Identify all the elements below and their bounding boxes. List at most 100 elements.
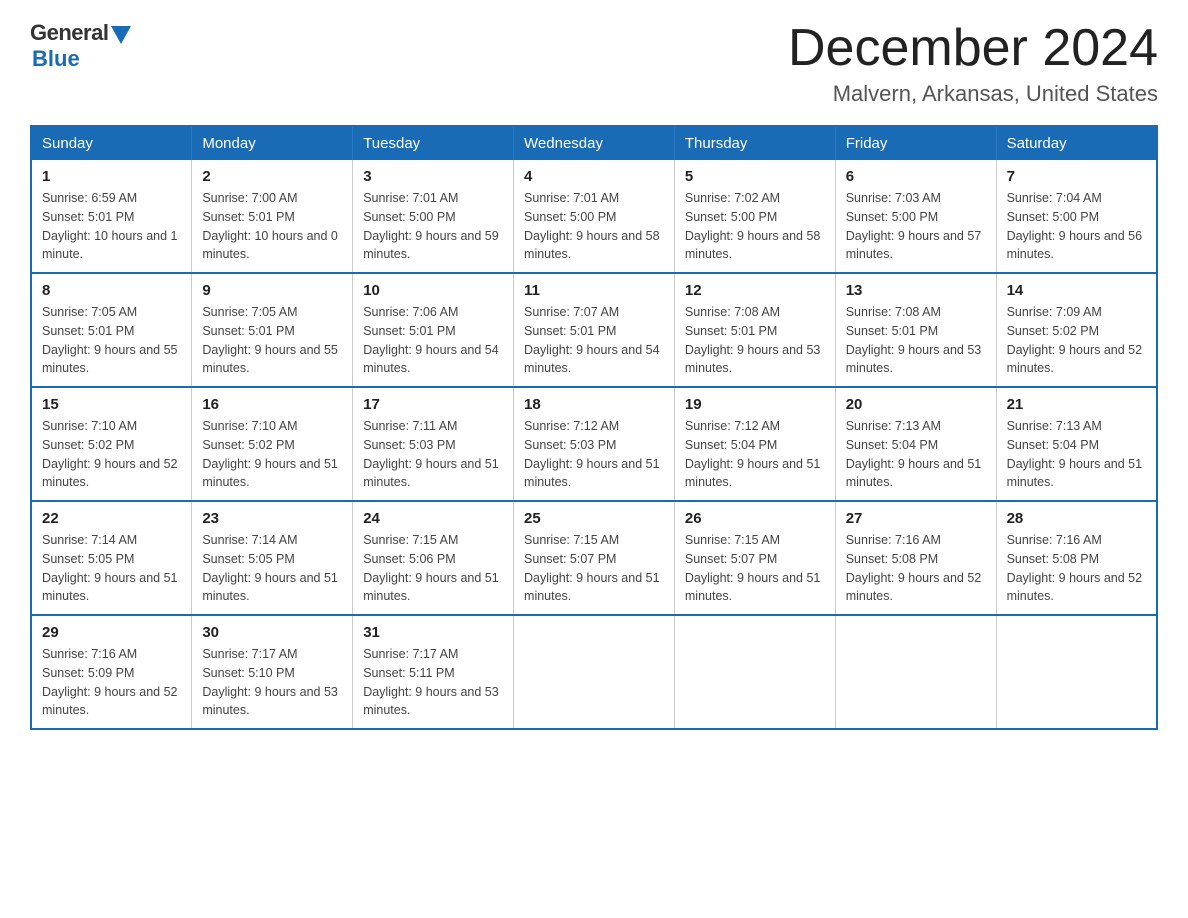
calendar-cell: 16 Sunrise: 7:10 AMSunset: 5:02 PMDaylig… [192,387,353,501]
day-info: Sunrise: 7:07 AMSunset: 5:01 PMDaylight:… [524,305,660,375]
day-header-monday: Monday [192,126,353,160]
calendar-cell: 2 Sunrise: 7:00 AMSunset: 5:01 PMDayligh… [192,160,353,273]
day-number: 15 [42,396,181,413]
day-number: 17 [363,396,503,413]
calendar-cell: 19 Sunrise: 7:12 AMSunset: 5:04 PMDaylig… [674,387,835,501]
calendar-cell: 8 Sunrise: 7:05 AMSunset: 5:01 PMDayligh… [31,273,192,387]
calendar-cell: 27 Sunrise: 7:16 AMSunset: 5:08 PMDaylig… [835,501,996,615]
day-number: 22 [42,510,181,527]
day-info: Sunrise: 7:14 AMSunset: 5:05 PMDaylight:… [202,533,338,603]
day-number: 14 [1007,282,1146,299]
day-number: 8 [42,282,181,299]
day-info: Sunrise: 7:08 AMSunset: 5:01 PMDaylight:… [685,305,821,375]
day-header-thursday: Thursday [674,126,835,160]
calendar-cell: 5 Sunrise: 7:02 AMSunset: 5:00 PMDayligh… [674,160,835,273]
day-number: 2 [202,168,342,185]
day-number: 19 [685,396,825,413]
day-info: Sunrise: 7:17 AMSunset: 5:11 PMDaylight:… [363,647,499,717]
calendar-header: SundayMondayTuesdayWednesdayThursdayFrid… [31,126,1157,160]
calendar-cell: 21 Sunrise: 7:13 AMSunset: 5:04 PMDaylig… [996,387,1157,501]
day-info: Sunrise: 7:16 AMSunset: 5:08 PMDaylight:… [846,533,982,603]
day-info: Sunrise: 7:04 AMSunset: 5:00 PMDaylight:… [1007,191,1143,261]
calendar-week-3: 15 Sunrise: 7:10 AMSunset: 5:02 PMDaylig… [31,387,1157,501]
calendar-cell: 30 Sunrise: 7:17 AMSunset: 5:10 PMDaylig… [192,615,353,729]
calendar-body: 1 Sunrise: 6:59 AMSunset: 5:01 PMDayligh… [31,160,1157,729]
calendar-cell [835,615,996,729]
day-info: Sunrise: 7:06 AMSunset: 5:01 PMDaylight:… [363,305,499,375]
calendar-cell: 18 Sunrise: 7:12 AMSunset: 5:03 PMDaylig… [514,387,675,501]
day-number: 31 [363,624,503,641]
calendar-cell: 25 Sunrise: 7:15 AMSunset: 5:07 PMDaylig… [514,501,675,615]
calendar-cell [996,615,1157,729]
logo-blue-text: Blue [32,46,80,72]
day-info: Sunrise: 7:00 AMSunset: 5:01 PMDaylight:… [202,191,338,261]
day-number: 25 [524,510,664,527]
calendar-cell: 10 Sunrise: 7:06 AMSunset: 5:01 PMDaylig… [353,273,514,387]
day-header-friday: Friday [835,126,996,160]
calendar-cell: 22 Sunrise: 7:14 AMSunset: 5:05 PMDaylig… [31,501,192,615]
calendar-cell: 13 Sunrise: 7:08 AMSunset: 5:01 PMDaylig… [835,273,996,387]
page-header: General Blue December 2024 Malvern, Arka… [30,20,1158,107]
calendar-week-5: 29 Sunrise: 7:16 AMSunset: 5:09 PMDaylig… [31,615,1157,729]
day-info: Sunrise: 6:59 AMSunset: 5:01 PMDaylight:… [42,191,178,261]
day-number: 24 [363,510,503,527]
calendar-cell: 31 Sunrise: 7:17 AMSunset: 5:11 PMDaylig… [353,615,514,729]
calendar-cell: 17 Sunrise: 7:11 AMSunset: 5:03 PMDaylig… [353,387,514,501]
day-number: 18 [524,396,664,413]
day-number: 10 [363,282,503,299]
calendar-cell: 15 Sunrise: 7:10 AMSunset: 5:02 PMDaylig… [31,387,192,501]
logo: General Blue [30,20,131,72]
day-header-sunday: Sunday [31,126,192,160]
day-number: 13 [846,282,986,299]
calendar-table: SundayMondayTuesdayWednesdayThursdayFrid… [30,125,1158,730]
day-info: Sunrise: 7:15 AMSunset: 5:07 PMDaylight:… [685,533,821,603]
day-number: 4 [524,168,664,185]
day-number: 16 [202,396,342,413]
day-info: Sunrise: 7:12 AMSunset: 5:03 PMDaylight:… [524,419,660,489]
day-header-saturday: Saturday [996,126,1157,160]
calendar-week-1: 1 Sunrise: 6:59 AMSunset: 5:01 PMDayligh… [31,160,1157,273]
calendar-cell: 9 Sunrise: 7:05 AMSunset: 5:01 PMDayligh… [192,273,353,387]
day-info: Sunrise: 7:16 AMSunset: 5:09 PMDaylight:… [42,647,178,717]
day-number: 7 [1007,168,1146,185]
day-number: 28 [1007,510,1146,527]
calendar-cell: 20 Sunrise: 7:13 AMSunset: 5:04 PMDaylig… [835,387,996,501]
day-number: 1 [42,168,181,185]
day-number: 21 [1007,396,1146,413]
day-number: 11 [524,282,664,299]
calendar-cell: 3 Sunrise: 7:01 AMSunset: 5:00 PMDayligh… [353,160,514,273]
day-info: Sunrise: 7:17 AMSunset: 5:10 PMDaylight:… [202,647,338,717]
month-title: December 2024 [788,20,1158,77]
calendar-cell: 12 Sunrise: 7:08 AMSunset: 5:01 PMDaylig… [674,273,835,387]
day-number: 23 [202,510,342,527]
day-number: 5 [685,168,825,185]
day-info: Sunrise: 7:01 AMSunset: 5:00 PMDaylight:… [524,191,660,261]
day-number: 29 [42,624,181,641]
calendar-cell: 4 Sunrise: 7:01 AMSunset: 5:00 PMDayligh… [514,160,675,273]
day-number: 30 [202,624,342,641]
calendar-cell: 26 Sunrise: 7:15 AMSunset: 5:07 PMDaylig… [674,501,835,615]
calendar-cell [674,615,835,729]
day-info: Sunrise: 7:02 AMSunset: 5:00 PMDaylight:… [685,191,821,261]
day-info: Sunrise: 7:10 AMSunset: 5:02 PMDaylight:… [42,419,178,489]
calendar-cell: 6 Sunrise: 7:03 AMSunset: 5:00 PMDayligh… [835,160,996,273]
calendar-cell: 1 Sunrise: 6:59 AMSunset: 5:01 PMDayligh… [31,160,192,273]
day-info: Sunrise: 7:16 AMSunset: 5:08 PMDaylight:… [1007,533,1143,603]
day-number: 20 [846,396,986,413]
day-info: Sunrise: 7:05 AMSunset: 5:01 PMDaylight:… [42,305,178,375]
location-subtitle: Malvern, Arkansas, United States [788,81,1158,107]
day-number: 3 [363,168,503,185]
day-info: Sunrise: 7:13 AMSunset: 5:04 PMDaylight:… [846,419,982,489]
day-info: Sunrise: 7:01 AMSunset: 5:00 PMDaylight:… [363,191,499,261]
calendar-cell: 28 Sunrise: 7:16 AMSunset: 5:08 PMDaylig… [996,501,1157,615]
calendar-cell: 7 Sunrise: 7:04 AMSunset: 5:00 PMDayligh… [996,160,1157,273]
day-info: Sunrise: 7:09 AMSunset: 5:02 PMDaylight:… [1007,305,1143,375]
day-header-wednesday: Wednesday [514,126,675,160]
day-info: Sunrise: 7:10 AMSunset: 5:02 PMDaylight:… [202,419,338,489]
logo-general-text: General [30,20,108,46]
day-info: Sunrise: 7:08 AMSunset: 5:01 PMDaylight:… [846,305,982,375]
calendar-week-4: 22 Sunrise: 7:14 AMSunset: 5:05 PMDaylig… [31,501,1157,615]
day-info: Sunrise: 7:03 AMSunset: 5:00 PMDaylight:… [846,191,982,261]
calendar-cell: 24 Sunrise: 7:15 AMSunset: 5:06 PMDaylig… [353,501,514,615]
logo-arrow-icon [111,26,131,44]
